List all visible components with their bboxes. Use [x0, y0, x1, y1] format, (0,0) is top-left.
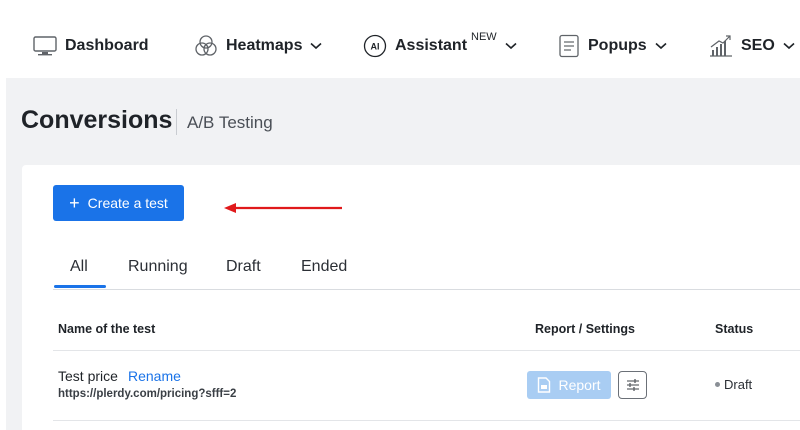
rename-link[interactable]: Rename — [128, 368, 181, 384]
create-test-label: Create a test — [87, 195, 168, 211]
test-name: Test price — [58, 368, 118, 384]
sliders-icon — [626, 379, 639, 391]
top-nav: Dashboard Heatmaps AI Assistant NEW Popu… — [0, 0, 800, 78]
nav-label: Dashboard — [65, 37, 149, 54]
nav-label: SEO — [741, 37, 775, 54]
chevron-down-icon — [783, 42, 795, 50]
tab-all[interactable]: All — [70, 258, 88, 276]
heatmap-circles-icon — [194, 34, 218, 58]
column-header-status: Status — [715, 322, 754, 336]
document-icon — [558, 34, 580, 58]
ai-icon-text: AI — [371, 42, 380, 52]
page-title: Conversions — [21, 106, 173, 134]
tab-draft[interactable]: Draft — [226, 258, 261, 276]
chevron-down-icon — [655, 42, 667, 50]
nav-label: Assistant — [395, 37, 468, 54]
annotation-arrow-icon — [224, 203, 342, 213]
nav-item-assistant[interactable]: AI Assistant NEW — [363, 30, 517, 62]
active-tab-indicator — [54, 285, 106, 288]
status-badge: Draft — [724, 377, 753, 392]
bar-growth-icon — [709, 34, 733, 58]
nav-item-seo[interactable]: SEO — [709, 30, 795, 62]
title-divider — [176, 109, 177, 135]
nav-item-dashboard[interactable]: Dashboard — [33, 30, 149, 62]
ai-badge-icon: AI — [363, 34, 387, 58]
plus-icon: + — [69, 193, 80, 213]
nav-label: Heatmaps — [226, 37, 303, 54]
nav-item-heatmaps[interactable]: Heatmaps — [194, 30, 323, 62]
test-url: https://plerdy.com/pricing?sfff=2 — [58, 388, 237, 400]
tab-ended[interactable]: Ended — [301, 258, 347, 276]
nav-item-popups[interactable]: Popups — [558, 30, 667, 62]
monitor-icon — [33, 35, 57, 57]
status-dot — [715, 382, 720, 387]
chevron-down-icon — [310, 42, 323, 50]
column-header-name: Name of the test — [58, 322, 156, 336]
report-document-icon — [538, 377, 551, 393]
chevron-down-icon — [505, 42, 517, 50]
page-subtitle: A/B Testing — [187, 113, 273, 132]
nav-label: Popups — [588, 37, 647, 54]
header-divider — [53, 350, 800, 351]
column-header-report: Report / Settings — [535, 322, 636, 336]
report-label: Report — [558, 377, 601, 393]
tab-running[interactable]: Running — [128, 258, 188, 276]
settings-button[interactable] — [618, 371, 647, 399]
create-test-button[interactable]: + Create a test — [53, 185, 184, 221]
filter-tabs: All Running Draft Ended — [53, 250, 800, 290]
report-button[interactable]: Report — [527, 371, 611, 399]
new-badge: NEW — [471, 31, 497, 43]
row-divider — [53, 420, 800, 421]
